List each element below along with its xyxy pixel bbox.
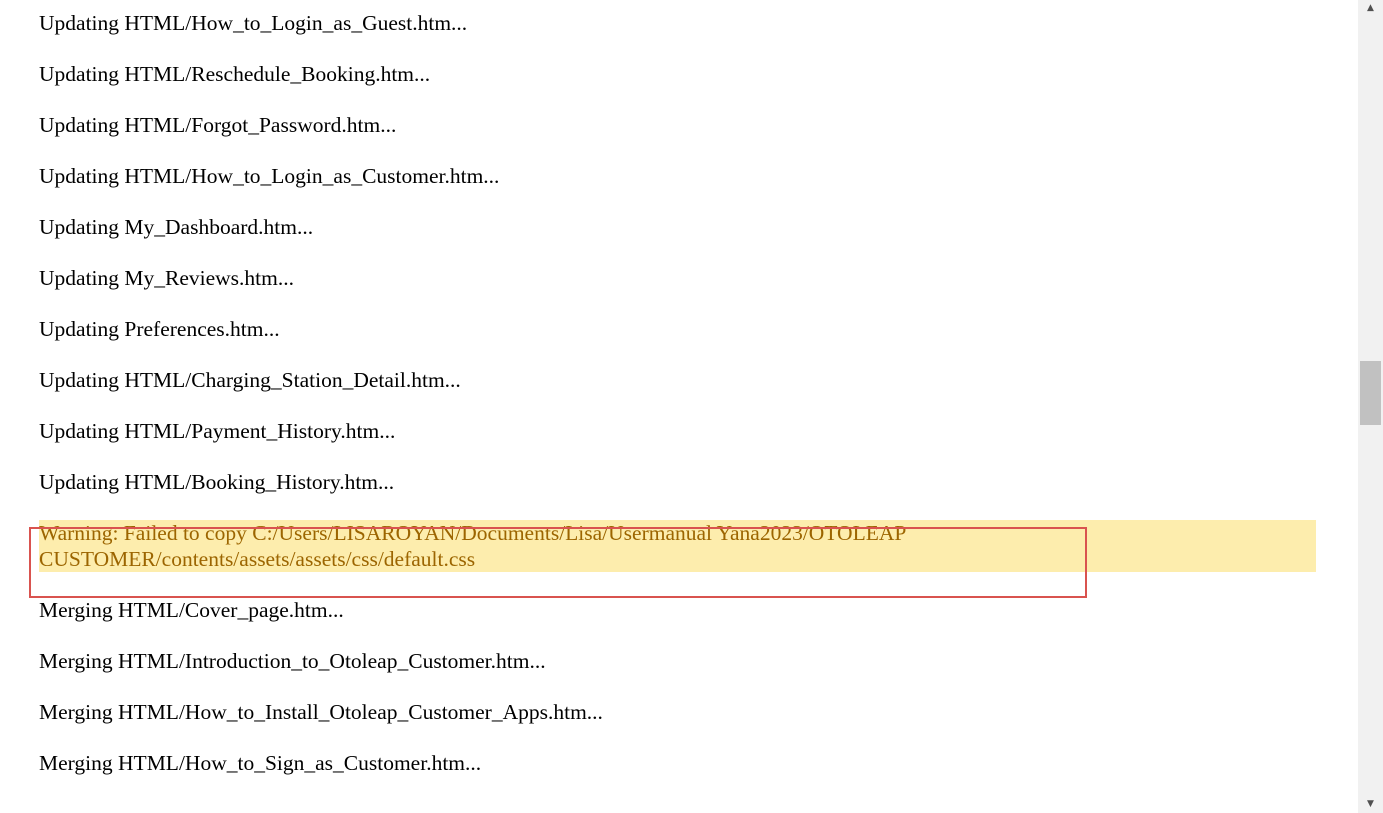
log-line: Updating HTML/How_to_Login_as_Customer.h… <box>39 164 500 188</box>
log-line: Updating Preferences.htm... <box>39 317 280 341</box>
log-line: Merging HTML/Cover_page.htm... <box>39 598 344 622</box>
log-line: Updating My_Dashboard.htm... <box>39 215 314 239</box>
log-line: Updating HTML/Payment_History.htm... <box>39 419 396 443</box>
triangle-up-icon[interactable]: ▲ <box>1358 0 1383 17</box>
triangle-down-icon[interactable]: ▼ <box>1358 796 1383 813</box>
log-line: Updating HTML/Forgot_Password.htm... <box>39 113 397 137</box>
log-line: Merging HTML/Introduction_to_Otoleap_Cus… <box>39 649 546 673</box>
build-log: Updating HTML/How_to_Login_as_Guest.htm.… <box>39 10 1316 801</box>
log-line: Updating HTML/Charging_Station_Detail.ht… <box>39 368 461 392</box>
log-viewport: Updating HTML/How_to_Login_as_Guest.htm.… <box>0 0 1358 813</box>
warning-log-line: Warning: Failed to copy C:/Users/LISAROY… <box>39 520 1316 572</box>
log-line: Merging HTML/How_to_Sign_as_Customer.htm… <box>39 751 482 775</box>
log-line: Updating HTML/Reschedule_Booking.htm... <box>39 62 431 86</box>
log-line: Updating HTML/How_to_Login_as_Guest.htm.… <box>39 11 468 35</box>
log-line: Updating HTML/Booking_History.htm... <box>39 470 395 494</box>
vertical-scrollbar[interactable]: ▲ ▼ <box>1358 0 1383 813</box>
scrollbar-thumb[interactable] <box>1360 361 1381 425</box>
log-line: Updating My_Reviews.htm... <box>39 266 294 290</box>
log-line: Merging HTML/How_to_Install_Otoleap_Cust… <box>39 700 603 724</box>
